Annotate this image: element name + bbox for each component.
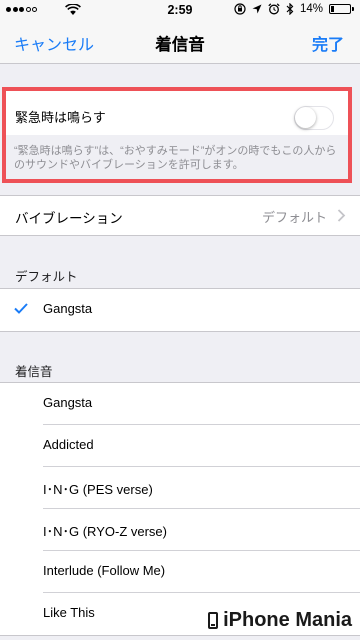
- highlight-frame: [2, 87, 352, 183]
- done-button[interactable]: 完了: [312, 31, 344, 55]
- vibration-label: バイブレーション: [15, 211, 123, 226]
- ringtone-row[interactable]: Interlude (Follow Me): [0, 551, 360, 593]
- alarm-icon: [268, 3, 280, 15]
- ringtone-label: I･N･G (PES verse): [43, 482, 153, 497]
- ringtone-label: Like This: [43, 605, 95, 620]
- phone-icon: [208, 612, 219, 629]
- ringtone-list: Gangsta Addicted I･N･G (PES verse) I･N･G…: [0, 382, 360, 636]
- battery-icon: [329, 4, 354, 14]
- location-icon: [252, 4, 262, 14]
- battery-level: [331, 6, 334, 12]
- bluetooth-icon: [286, 3, 294, 15]
- battery-percentage: 14%: [299, 3, 323, 15]
- ringtone-label: Gangsta: [43, 301, 93, 316]
- default-list: Gangsta: [0, 288, 360, 332]
- cancel-button[interactable]: キャンセル: [14, 31, 94, 55]
- ringtone-row[interactable]: Gangsta: [0, 383, 360, 425]
- chevron-right-icon: [337, 209, 346, 222]
- ringtone-row[interactable]: I･N･G (PES verse): [0, 467, 360, 509]
- navigation-bar: キャンセル 着信音 完了: [0, 20, 360, 64]
- ringtone-label: I･N･G (RYO-Z verse): [43, 524, 167, 539]
- ringtone-label: Interlude (Follow Me): [43, 563, 166, 578]
- vibration-value: デフォルト: [261, 210, 327, 225]
- status-bar: 2:59 14%: [0, 0, 360, 20]
- vibration-row[interactable]: バイブレーション デフォルト: [0, 195, 360, 236]
- watermark-text: iPhone Mania: [223, 609, 352, 631]
- orientation-lock-icon: [234, 3, 246, 15]
- ringtone-row[interactable]: I･N･G (RYO-Z verse): [0, 509, 360, 551]
- watermark-logo: iPhone Mania: [208, 609, 352, 632]
- ringtone-row[interactable]: Addicted: [0, 425, 360, 467]
- default-section-header: デフォルト: [15, 270, 78, 284]
- ringtone-row-default[interactable]: Gangsta: [0, 289, 360, 331]
- ringtones-section-header: 着信音: [15, 365, 53, 379]
- ringtone-label: Gangsta: [43, 395, 93, 410]
- checkmark-icon: [14, 303, 28, 314]
- ringtone-label: Addicted: [43, 437, 94, 452]
